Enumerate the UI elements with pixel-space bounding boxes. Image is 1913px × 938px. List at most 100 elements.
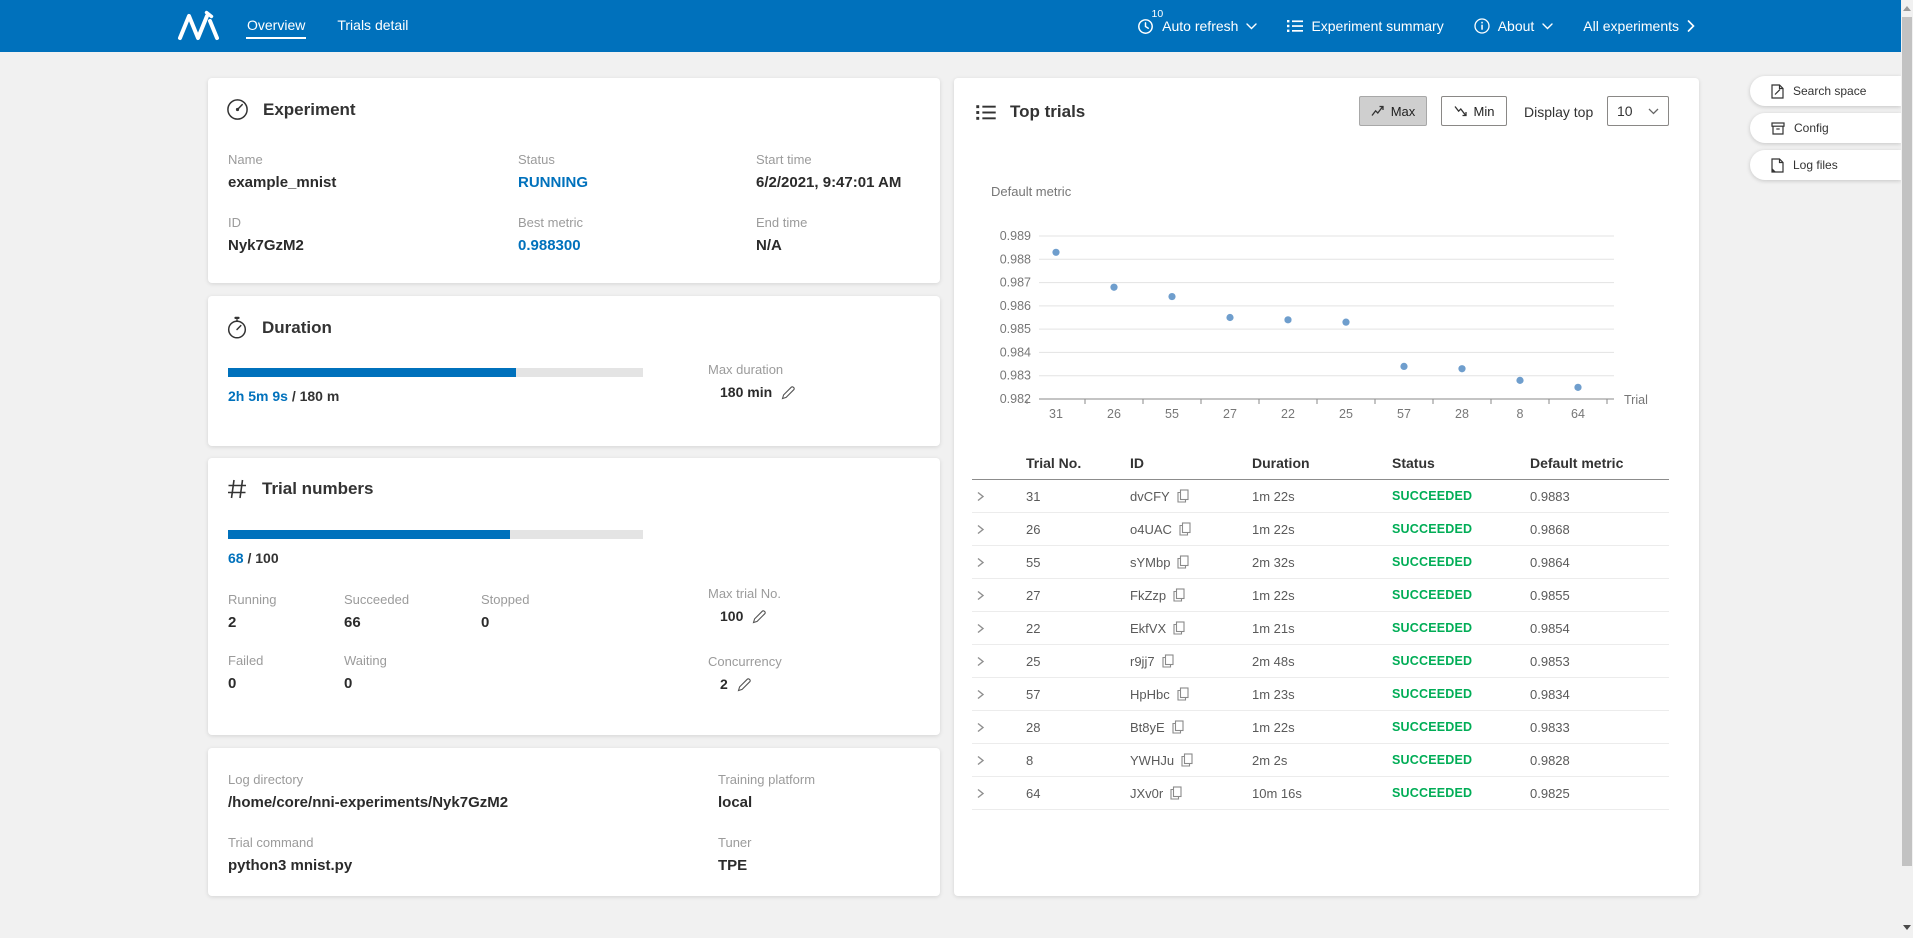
expand-row-icon[interactable]	[972, 656, 1026, 667]
svg-text:0.985: 0.985	[1000, 322, 1031, 336]
refresh-clock-icon	[1137, 18, 1154, 35]
chevron-down-icon	[1246, 23, 1257, 30]
vertical-scrollbar	[1901, 0, 1913, 938]
refresh-interval-badge: 10	[1151, 8, 1163, 20]
expand-row-icon[interactable]	[972, 722, 1026, 733]
cell-status: SUCCEEDED	[1392, 588, 1530, 602]
max-button[interactable]: Max	[1359, 96, 1427, 126]
stat-succeeded: Succeeded66	[344, 592, 481, 631]
concurrency-value: 2	[720, 676, 728, 692]
expand-row-icon[interactable]	[972, 623, 1026, 634]
nav-tabs: Overview Trials detail	[246, 13, 409, 39]
default-metric-chart[interactable]: Default metric0.9890.9880.9870.9860.9850…	[969, 178, 1684, 433]
edit-max-duration-icon[interactable]	[781, 385, 796, 400]
edit-max-trial-icon[interactable]	[752, 609, 767, 624]
field-trial-command: Trial commandpython3 mnist.py	[228, 835, 718, 874]
copy-id-icon[interactable]	[1177, 555, 1189, 569]
experiment-summary-button[interactable]: Experiment summary	[1287, 18, 1443, 34]
table-row: 64JXv0r 10m 16sSUCCEEDED0.9825	[972, 777, 1669, 810]
copy-id-icon[interactable]	[1177, 489, 1189, 503]
info-icon	[1474, 18, 1490, 34]
tab-overview[interactable]: Overview	[246, 13, 306, 39]
trial-id-text: FkZzp	[1130, 588, 1166, 603]
trial-numbers-card-title: Trial numbers	[226, 478, 373, 500]
svg-text:0.984: 0.984	[1000, 345, 1031, 359]
tab-trials-detail[interactable]: Trials detail	[336, 13, 409, 39]
field-status: StatusRUNNING	[518, 152, 756, 191]
cell-trial-no: 64	[1026, 786, 1130, 801]
cell-id: dvCFY	[1130, 489, 1252, 504]
trial-id-text: HpHbc	[1130, 687, 1170, 702]
copy-id-icon[interactable]	[1173, 621, 1185, 635]
cell-trial-no: 28	[1026, 720, 1130, 735]
copy-id-icon[interactable]	[1162, 654, 1174, 668]
expand-row-icon[interactable]	[972, 557, 1026, 568]
search-space-button[interactable]: Search space	[1750, 76, 1901, 106]
trials-progress-text: 68 / 100	[228, 550, 643, 566]
cell-id: r9jj7	[1130, 654, 1252, 669]
svg-text:0.986: 0.986	[1000, 299, 1031, 313]
chevron-down-icon	[1542, 23, 1553, 30]
field-tuner: TunerTPE	[718, 835, 924, 874]
trending-down-icon	[1454, 105, 1467, 117]
expand-row-icon[interactable]	[972, 689, 1026, 700]
svg-text:Default metric: Default metric	[991, 184, 1072, 199]
copy-id-icon[interactable]	[1170, 786, 1182, 800]
copy-id-icon[interactable]	[1172, 720, 1184, 734]
log-files-button[interactable]: Log files	[1750, 150, 1901, 180]
config-button[interactable]: Config	[1750, 113, 1901, 143]
copy-id-icon[interactable]	[1181, 753, 1193, 767]
cell-status: SUCCEEDED	[1392, 786, 1530, 800]
display-top-value: 10	[1617, 103, 1633, 119]
scrollbar-down-arrow[interactable]	[1903, 925, 1911, 930]
trial-stats: Running2 Succeeded66 Stopped0 Failed0 Wa…	[228, 592, 668, 692]
trial-id-text: Bt8yE	[1130, 720, 1165, 735]
max-duration-value: 180 min	[720, 384, 772, 400]
cell-metric: 0.9864	[1530, 555, 1669, 570]
trial-id-text: sYMbp	[1130, 555, 1170, 570]
edit-concurrency-icon[interactable]	[737, 677, 752, 692]
cell-metric: 0.9833	[1530, 720, 1669, 735]
trials-progress-track	[228, 530, 643, 539]
expand-row-icon[interactable]	[972, 788, 1026, 799]
duration-progress: 2h 5m 9s / 180 m	[228, 368, 643, 404]
all-experiments-link[interactable]: All experiments	[1583, 18, 1695, 34]
copy-id-icon[interactable]	[1173, 588, 1185, 602]
about-menu[interactable]: About	[1474, 18, 1554, 34]
table-row: 26o4UAC 1m 22sSUCCEEDED0.9868	[972, 513, 1669, 546]
stat-running: Running2	[228, 592, 344, 631]
cell-metric: 0.9825	[1530, 786, 1669, 801]
copy-id-icon[interactable]	[1177, 687, 1189, 701]
stopwatch-icon	[226, 316, 248, 340]
stat-waiting: Waiting0	[344, 653, 481, 692]
scrollbar-up-arrow[interactable]	[1903, 6, 1911, 11]
trial-id-text: EkfVX	[1130, 621, 1166, 636]
expand-row-icon[interactable]	[972, 524, 1026, 535]
copy-id-icon[interactable]	[1179, 522, 1191, 536]
auto-refresh-label: Auto refresh	[1162, 18, 1238, 34]
top-trials-card: Top trials Max Min Display top 10 Defaul…	[954, 78, 1699, 896]
cell-metric: 0.9868	[1530, 522, 1669, 537]
field-best-metric: Best metric0.988300	[518, 215, 756, 254]
table-row: 27FkZzp 1m 22sSUCCEEDED0.9855	[972, 579, 1669, 612]
min-button[interactable]: Min	[1441, 96, 1507, 126]
log-info-card: Log directory/home/core/nni-experiments/…	[208, 748, 940, 896]
max-duration-box: Max duration 180 min	[708, 362, 796, 400]
trials-progress-fill	[228, 530, 510, 539]
table-row: 55sYMbp 2m 32sSUCCEEDED0.9864	[972, 546, 1669, 579]
cell-metric: 0.9854	[1530, 621, 1669, 636]
cell-trial-no: 8	[1026, 753, 1130, 768]
cell-status: SUCCEEDED	[1392, 555, 1530, 569]
display-top-select[interactable]: 10	[1607, 96, 1669, 126]
cell-duration: 2m 32s	[1252, 555, 1392, 570]
auto-refresh-menu[interactable]: 10 Auto refresh	[1137, 18, 1257, 35]
expand-row-icon[interactable]	[972, 590, 1026, 601]
trending-up-icon	[1371, 105, 1384, 117]
expand-row-icon[interactable]	[972, 755, 1026, 766]
scrollbar-thumb[interactable]	[1902, 17, 1912, 866]
table-row: 28Bt8yE 1m 22sSUCCEEDED0.9833	[972, 711, 1669, 744]
expand-row-icon[interactable]	[972, 491, 1026, 502]
col-id: ID	[1130, 455, 1252, 471]
trial-id-text: dvCFY	[1130, 489, 1170, 504]
svg-text:31: 31	[1049, 407, 1063, 421]
